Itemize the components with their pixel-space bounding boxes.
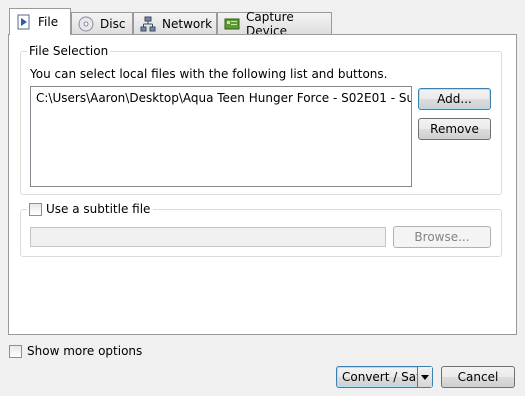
show-more-options-label: Show more options — [27, 344, 143, 358]
tab-network-label: Network — [162, 16, 213, 31]
subtitle-checkbox-row[interactable]: Use a subtitle file — [27, 202, 154, 216]
tab-capture-device[interactable]: Capture Device — [217, 10, 332, 38]
show-more-options-checkbox[interactable] — [9, 344, 22, 358]
tab-panel: File Selection You can select local file… — [8, 34, 517, 335]
disc-icon — [78, 16, 94, 32]
tab-disc-label: Disc — [100, 16, 126, 31]
file-selection-title: File Selection — [27, 44, 111, 58]
subtitle-checkbox-label: Use a subtitle file — [46, 202, 151, 216]
cancel-button[interactable]: Cancel — [441, 366, 515, 388]
tab-network[interactable]: Network — [133, 12, 217, 34]
tab-disc[interactable]: Disc — [71, 12, 133, 34]
file-selection-description: You can select local files with the foll… — [30, 67, 388, 81]
network-icon — [140, 16, 156, 32]
show-more-options[interactable]: Show more options — [9, 344, 142, 358]
remove-button[interactable]: Remove — [418, 118, 491, 140]
tab-file-label: File — [38, 15, 59, 29]
convert-save-button[interactable]: Convert / Save — [336, 366, 433, 388]
play-file-icon — [16, 14, 32, 30]
capture-card-icon — [224, 16, 240, 32]
add-button[interactable]: Add... — [418, 88, 491, 110]
tab-file[interactable]: File — [9, 8, 71, 35]
subtitle-path-field — [30, 227, 386, 247]
chevron-down-icon — [421, 374, 429, 380]
subtitle-checkbox[interactable] — [29, 202, 42, 216]
file-list[interactable]: C:\Users\Aaron\Desktop\Aqua Teen Hunger … — [30, 86, 412, 187]
convert-save-dropdown[interactable] — [417, 367, 432, 387]
browse-button: Browse... — [393, 226, 491, 248]
list-item[interactable]: C:\Users\Aaron\Desktop\Aqua Teen Hunger … — [36, 91, 411, 105]
